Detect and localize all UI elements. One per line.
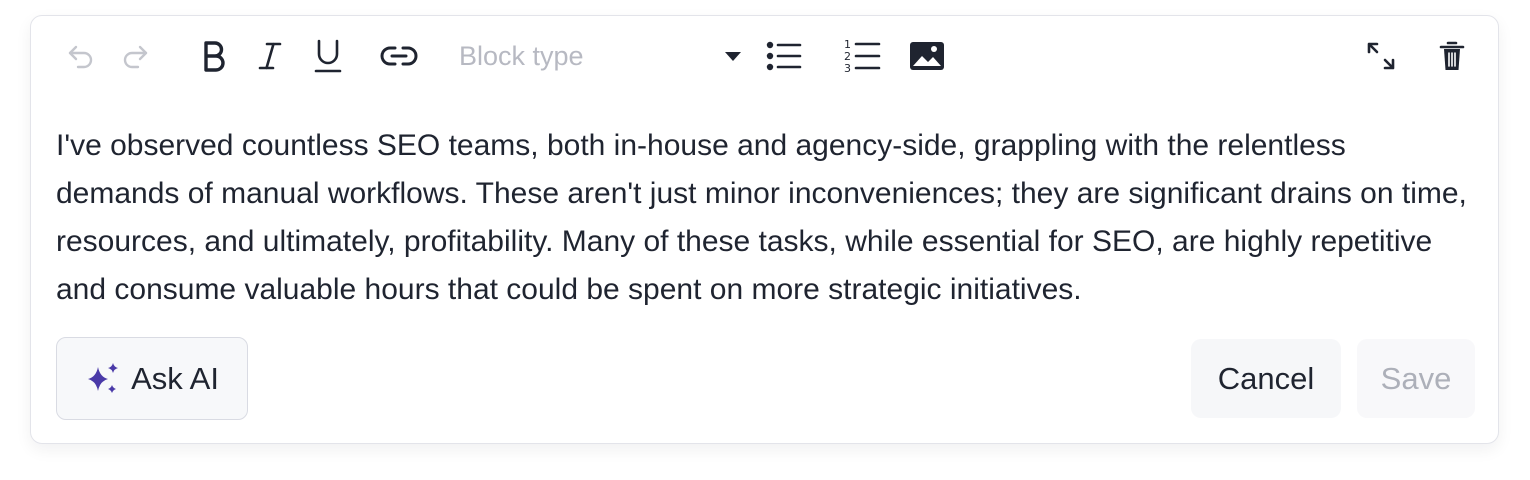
cancel-button[interactable]: Cancel xyxy=(1191,339,1341,418)
italic-button[interactable] xyxy=(251,36,289,76)
sparkles-icon xyxy=(88,362,119,393)
block-type-select[interactable]: Block type xyxy=(459,36,749,76)
numbered-list-icon: 1 2 3 xyxy=(844,38,881,75)
bold-button[interactable] xyxy=(195,36,233,76)
bulleted-list-icon xyxy=(766,41,802,71)
editor-content[interactable]: I've observed countless SEO teams, both … xyxy=(56,122,1476,314)
expand-button[interactable] xyxy=(1361,36,1401,76)
bold-icon xyxy=(204,41,225,72)
image-icon xyxy=(910,42,944,70)
block-type-placeholder: Block type xyxy=(459,40,584,71)
redo-button[interactable] xyxy=(115,36,155,76)
italic-icon xyxy=(258,42,282,70)
ask-ai-label: Ask AI xyxy=(131,360,219,396)
link-icon xyxy=(380,46,418,66)
expand-icon xyxy=(1367,42,1395,70)
insert-image-button[interactable] xyxy=(907,36,947,76)
link-button[interactable] xyxy=(377,36,421,76)
chevron-down-icon xyxy=(725,52,741,61)
redo-icon xyxy=(123,45,148,69)
bulleted-list-button[interactable] xyxy=(763,36,805,76)
undo-button[interactable] xyxy=(61,36,101,76)
trash-icon xyxy=(1439,41,1465,70)
underline-icon xyxy=(314,39,342,73)
svg-text:3: 3 xyxy=(844,62,851,75)
rich-text-editor: Block type 1 2 3 I've observed countless… xyxy=(30,15,1499,444)
editor-toolbar: Block type 1 2 3 xyxy=(31,16,1498,96)
delete-button[interactable] xyxy=(1433,36,1471,76)
underline-button[interactable] xyxy=(309,36,347,76)
ask-ai-button[interactable]: Ask AI xyxy=(56,337,248,420)
numbered-list-button[interactable]: 1 2 3 xyxy=(841,36,883,76)
undo-icon xyxy=(68,45,93,69)
save-button[interactable]: Save xyxy=(1357,339,1475,418)
